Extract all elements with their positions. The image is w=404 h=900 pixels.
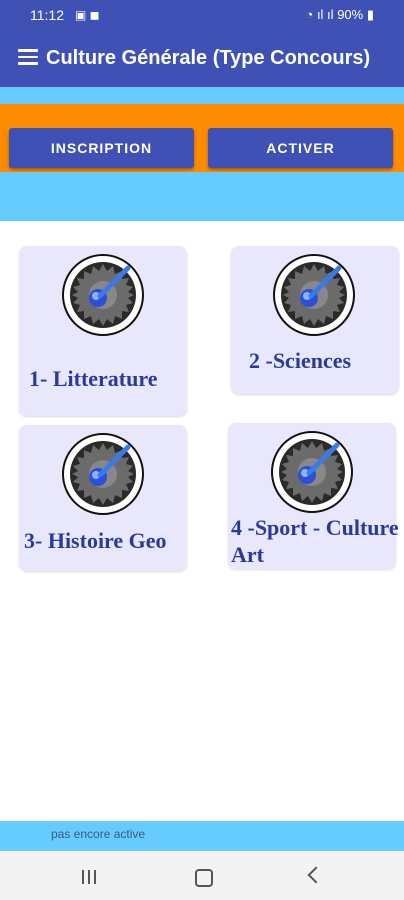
inscription-button[interactable]: INSCRIPTION (9, 128, 194, 168)
top-spacer (0, 87, 404, 104)
spacer-band (0, 172, 404, 221)
activer-button[interactable]: ACTIVER (208, 128, 393, 168)
app-bar: Culture Générale (Type Concours) (0, 30, 404, 87)
category-label-line1: 4 -Sport - Culture (231, 515, 399, 540)
category-grid: 1- Litterature 2 -Sciences 3- Histoire G… (0, 221, 404, 821)
category-card-histoire-geo[interactable]: 3- Histoire Geo (19, 425, 187, 571)
page-title: Culture Générale (Type Concours) (46, 47, 371, 69)
battery-level: 90% (337, 7, 364, 22)
status-right: ◔ ıl ıl 90% ▮ (305, 7, 374, 23)
gear-wrench-icon (62, 433, 144, 515)
action-bar: INSCRIPTION ACTIVER (0, 104, 404, 172)
category-card-sport-culture-art[interactable]: 4 -Sport - Culture Art (228, 423, 399, 569)
category-label-line2: Art (231, 542, 264, 567)
recent-apps-icon[interactable] (82, 870, 98, 884)
category-label: 1- Litterature (29, 366, 158, 391)
hamburger-menu-icon[interactable] (18, 49, 38, 65)
activation-status: pas encore active (51, 827, 146, 841)
signal-icon: ◔ ıl ıl (305, 7, 334, 22)
system-nav-bar (0, 851, 404, 900)
category-label: 3- Histoire Geo (24, 528, 167, 553)
status-bar: 11:12 ▣ ◼ ◔ ıl ıl 90% ▮ (0, 0, 404, 30)
footer-status: pas encore active (0, 821, 404, 851)
category-label: 2 -Sciences (249, 348, 352, 373)
status-time: 11:12 (30, 7, 64, 23)
gear-wrench-icon (271, 431, 353, 513)
home-icon[interactable] (195, 869, 213, 887)
back-icon[interactable] (307, 866, 325, 884)
gear-wrench-icon (62, 254, 144, 336)
gear-wrench-icon (273, 254, 355, 336)
category-card-litterature[interactable]: 1- Litterature (19, 246, 187, 416)
battery-icon: ▮ (366, 7, 374, 22)
category-card-sciences[interactable]: 2 -Sciences (231, 246, 399, 394)
notification-icons: ▣ ◼ (75, 8, 100, 22)
